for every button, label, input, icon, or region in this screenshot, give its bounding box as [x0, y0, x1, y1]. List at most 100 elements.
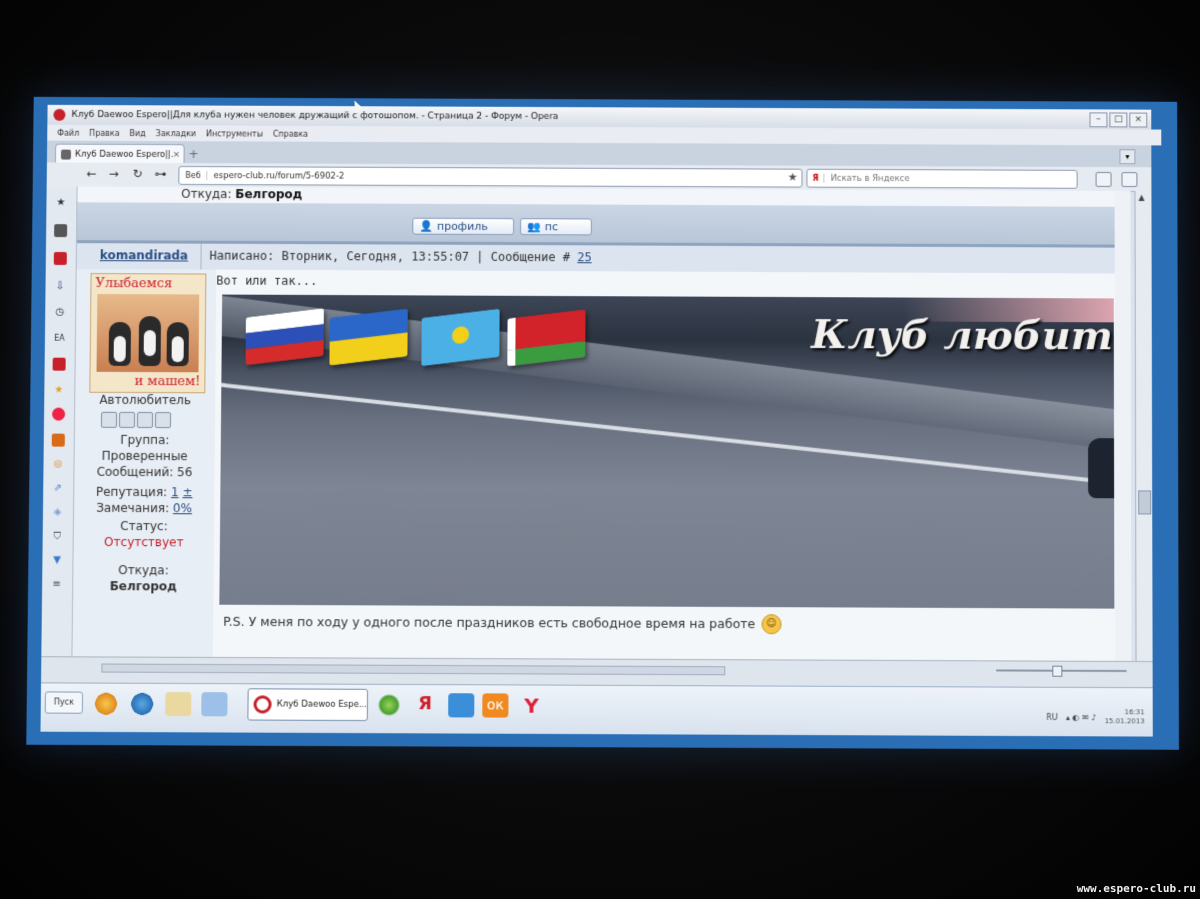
unite-icon[interactable] [1121, 172, 1137, 187]
status-value: Отсутствует [74, 535, 214, 550]
forward-icon[interactable]: → [109, 167, 119, 181]
widget-panel-icon[interactable] [52, 434, 65, 447]
opera-icon [53, 109, 65, 121]
post-number-link[interactable]: 25 [577, 250, 591, 264]
odnoklassniki-taskbar-icon[interactable]: ок [482, 693, 508, 717]
menu-bookmarks[interactable]: Закладки [156, 129, 196, 138]
minimize-button[interactable]: – [1089, 112, 1107, 127]
avatar-scene [97, 294, 200, 372]
scroll-thumb[interactable] [1138, 490, 1151, 514]
url-text[interactable]: espero-club.ru/forum/5-6902-2 [214, 171, 345, 182]
banner-car [1088, 438, 1114, 498]
start-button[interactable]: Пуск [45, 691, 83, 713]
penguin-figure [139, 316, 161, 366]
bookmarks-panel-icon[interactable]: ★ [54, 196, 67, 209]
app-panel-icon[interactable] [52, 408, 65, 421]
taskbar: Пуск Клуб Daewoo Espe... Я ок Y RU ▴ ◐ ✉… [40, 682, 1152, 736]
clock[interactable]: 16:31 15.01.2013 [1104, 708, 1144, 726]
yandex-icon[interactable]: Я [807, 174, 824, 183]
tab-menu-button[interactable]: ▾ [1119, 149, 1135, 164]
page-content: Откуда: Белгород 👤 профиль 👥 пс komandirad… [72, 186, 1131, 661]
club-banner-image: Клуб любителе [219, 295, 1114, 609]
post-text: Вот или так... [216, 274, 317, 288]
search-field[interactable]: Я Искать в Яндексе [806, 169, 1077, 189]
language-indicator[interactable]: RU [1046, 712, 1057, 721]
horizontal-scrollbar[interactable] [101, 664, 725, 676]
warnings-label: Замечания: [96, 501, 169, 515]
group-value: Проверенные [75, 449, 215, 464]
link-panel-icon[interactable]: ◈ [51, 506, 64, 519]
browser-window: Клуб Daewoo Espero||Для клуба нужен чело… [41, 105, 1153, 687]
vertical-scrollbar[interactable]: ▲ [1134, 191, 1152, 661]
post-author-link[interactable]: komandirada [100, 248, 188, 262]
message-count: Сообщений: 56 [74, 465, 214, 480]
key-icon[interactable]: ⊶ [154, 167, 166, 181]
shield-panel-icon[interactable]: ⛉ [51, 530, 64, 543]
yandex-taskbar-icon[interactable]: Я [412, 693, 438, 717]
reputation-value[interactable]: 1 [171, 485, 179, 499]
menu-tools[interactable]: Инструменты [206, 129, 263, 138]
chat-taskbar-icon[interactable] [448, 693, 474, 717]
pm-button[interactable]: 👥 пс [520, 218, 592, 235]
ukraine-flag-icon [329, 309, 407, 366]
system-tray: RU ▴ ◐ ✉ ♪ 16:31 15.01.2013 [1046, 708, 1144, 727]
explorer-taskbar-icon[interactable] [165, 692, 191, 716]
panel-menu-icon[interactable]: ≡ [50, 578, 63, 591]
tab-close-icon[interactable]: × [173, 150, 181, 160]
profile-button-label: профиль [437, 220, 488, 233]
scroll-up-icon[interactable]: ▲ [1138, 193, 1144, 202]
zoom-knob[interactable] [1052, 666, 1062, 677]
smiley-icon: ☺ [761, 614, 781, 634]
network-taskbar-icon[interactable] [201, 692, 227, 716]
tab-forum[interactable]: Клуб Daewoo Espero||... × [55, 144, 185, 164]
new-tab-button[interactable]: + [188, 147, 198, 161]
profile-button[interactable]: 👤 профиль [412, 218, 514, 235]
window-title: Клуб Daewoo Espero||Для клуба нужен чело… [71, 110, 558, 122]
taskbar-item-opera[interactable]: Клуб Daewoo Espe... [247, 688, 368, 721]
url-prefix: Веб [179, 171, 207, 180]
video-panel-icon[interactable] [53, 358, 66, 371]
close-button[interactable]: × [1129, 113, 1147, 128]
prev-from-value: Белгород [235, 187, 302, 201]
maximize-button[interactable]: □ [1109, 112, 1127, 127]
rank-star-icon [137, 412, 153, 428]
speed-dial-icon[interactable] [1096, 172, 1112, 187]
menu-file[interactable]: Файл [57, 128, 79, 137]
opera-icon [253, 695, 271, 713]
rank-stars [101, 412, 171, 428]
menu-view[interactable]: Вид [129, 129, 145, 138]
from-label: Откуда: [73, 563, 213, 578]
menu-edit[interactable]: Правка [89, 128, 119, 137]
menu-help[interactable]: Справка [273, 129, 308, 138]
chrome-taskbar-icon[interactable] [93, 692, 119, 716]
tab-label: Клуб Daewoo Espero||... [75, 149, 173, 159]
favorite-panel-icon[interactable]: ★ [52, 384, 65, 397]
arrow-panel-icon[interactable]: ▼ [50, 554, 63, 567]
kazakhstan-flag-icon [421, 309, 499, 366]
ie-taskbar-icon[interactable] [129, 692, 155, 716]
penguin-figure [109, 322, 131, 366]
warnings-value[interactable]: 0% [173, 501, 192, 515]
bookmark-star-icon[interactable]: ★ [788, 171, 798, 184]
taskbar-item-label: Клуб Daewoo Espe... [277, 699, 367, 709]
reputation-plus-link[interactable]: ± [182, 485, 192, 499]
youtube-panel-icon[interactable] [54, 252, 67, 265]
ea-panel-icon[interactable]: EA [53, 332, 66, 345]
zoom-slider[interactable] [996, 669, 1126, 672]
downloads-panel-icon[interactable]: ⇩ [53, 280, 66, 293]
notes-panel-icon[interactable] [54, 224, 67, 237]
group-label: Группа: [75, 433, 215, 448]
reload-icon[interactable]: ↻ [132, 167, 142, 181]
rss-panel-icon[interactable]: ◎ [51, 458, 64, 471]
search-placeholder[interactable]: Искать в Яндексе [831, 173, 910, 183]
history-panel-icon[interactable]: ◷ [53, 306, 66, 319]
address-field[interactable]: Веб espero-club.ru/forum/5-6902-2 ★ [178, 166, 802, 188]
tray-icons[interactable]: ▴ ◐ ✉ ♪ [1066, 713, 1097, 722]
app-taskbar-icon[interactable] [376, 693, 402, 717]
pm-icon: 👥 [527, 220, 541, 233]
rank-star-icon [119, 412, 135, 428]
share-panel-icon[interactable]: ⇗ [51, 482, 64, 495]
yabrowser-taskbar-icon[interactable]: Y [518, 694, 544, 718]
back-icon[interactable]: ← [87, 167, 97, 181]
rank-star-icon [101, 412, 117, 428]
